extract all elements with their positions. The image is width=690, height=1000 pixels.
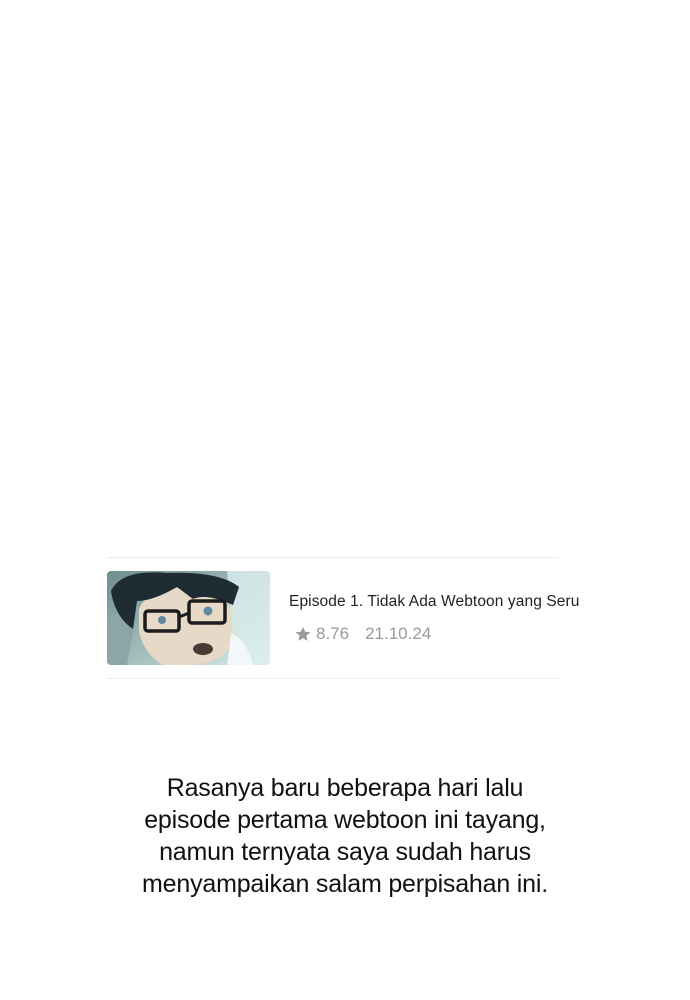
episode-divider-top — [107, 557, 559, 558]
caption-line: namun ternyata saya sudah harus — [159, 838, 531, 866]
caption-line: menyampaikan salam perpisahan ini. — [142, 870, 548, 898]
star-icon — [295, 626, 311, 641]
episode-rating: 8.76 — [316, 624, 350, 643]
episode-list-item[interactable]: Episode 1. Tidak Ada Webtoon yang Seru 8… — [107, 569, 607, 667]
farewell-caption: Rasanya baru beberapa hari lalu episode … — [0, 772, 690, 900]
episode-thumbnail — [107, 571, 270, 665]
episode-title: Episode 1. Tidak Ada Webtoon yang Seru — [289, 593, 580, 610]
episode-meta: 8.76 21.10.24 — [294, 624, 431, 644]
episode-divider-bottom — [107, 678, 559, 679]
episode-date: 21.10.24 — [365, 624, 432, 643]
caption-line: Rasanya baru beberapa hari lalu — [166, 774, 524, 802]
caption-line: episode pertama webtoon ini tayang, — [144, 806, 546, 834]
